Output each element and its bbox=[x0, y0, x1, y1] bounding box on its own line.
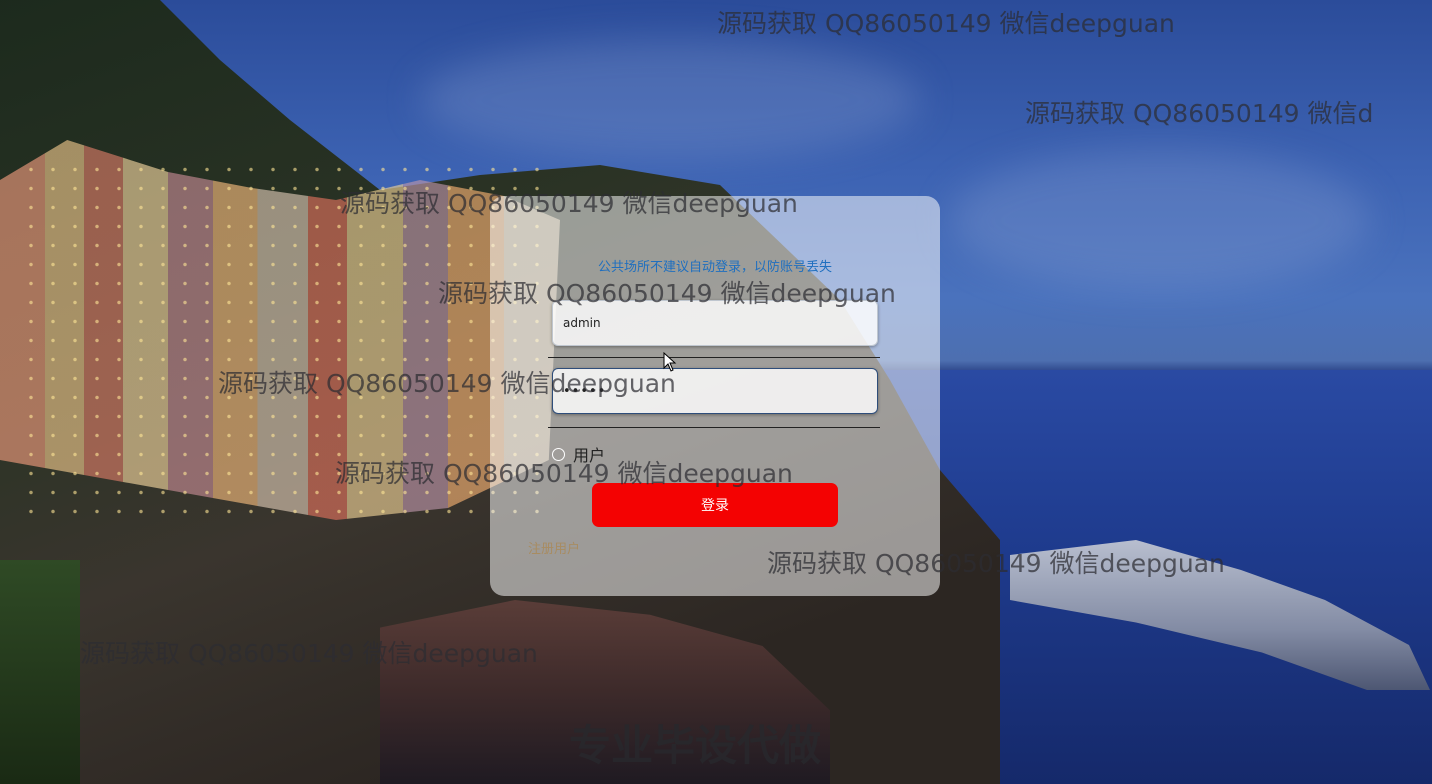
watermark: 源码获取 QQ86050149 微信deepguan bbox=[438, 279, 896, 308]
cloud bbox=[950, 150, 1370, 290]
watermark: 源码获取 QQ86050149 微信deepguan bbox=[80, 639, 538, 668]
cloud bbox=[420, 40, 920, 160]
divider bbox=[548, 427, 880, 428]
watermark: 源码获取 QQ86050149 微信deepguan bbox=[218, 369, 676, 398]
watermark: 源码获取 QQ86050149 微信deepguan bbox=[335, 459, 793, 488]
watermark: 源码获取 QQ86050149 微信deepguan bbox=[717, 9, 1175, 38]
divider bbox=[548, 357, 880, 358]
login-notice: 公共场所不建议自动登录，以防账号丢失 bbox=[597, 260, 832, 275]
footer-watermark: 专业毕设代做 bbox=[569, 721, 822, 770]
watermark: 源码获取 QQ86050149 微信deepguan bbox=[767, 549, 1225, 578]
watermark: 源码获取 QQ86050149 微信deepguan bbox=[340, 189, 798, 218]
watermark: 源码获取 QQ86050149 微信d bbox=[1025, 99, 1374, 128]
register-link[interactable]: 注册用户 bbox=[528, 538, 580, 557]
greenery bbox=[0, 560, 80, 784]
